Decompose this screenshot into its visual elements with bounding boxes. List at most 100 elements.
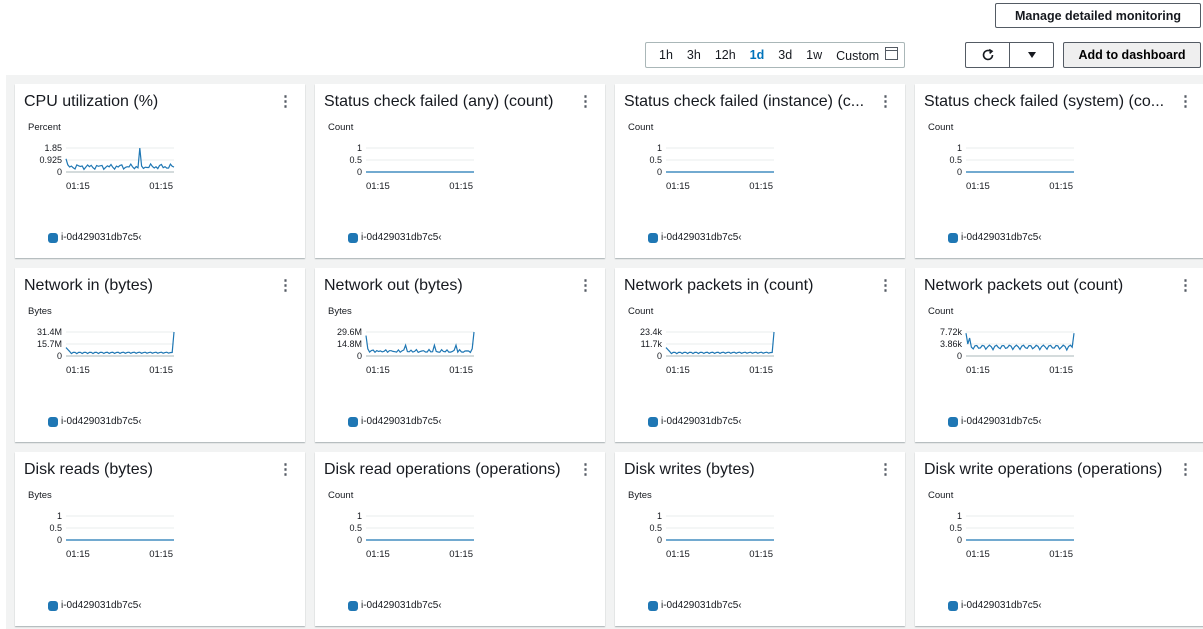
widget-actions-icon[interactable]: ⋮ (578, 92, 593, 110)
legend-item[interactable]: i-0d429031db7c5‹ (648, 232, 742, 243)
widget-chart: 1 0.5 0 01:15 01:15 (49, 511, 174, 560)
widget-actions-icon[interactable]: ⋮ (1178, 460, 1193, 478)
y-tick-label: 0 (957, 167, 962, 177)
refresh-icon (982, 48, 993, 61)
x-tick-label: 01:15 (749, 365, 773, 376)
range-3d[interactable]: 3d (778, 48, 792, 62)
series-line (965, 333, 1075, 352)
metric-widget[interactable]: Disk read operations (operations) ⋮ Count 1… (315, 452, 605, 626)
widget-title: CPU utilization (%) (24, 93, 159, 110)
widget-title: Status check failed (any) (count) (324, 93, 554, 110)
legend-item[interactable]: i-0d429031db7c5‹ (948, 600, 1042, 611)
widget-unit-label: Percent (28, 122, 61, 133)
metric-widget[interactable]: Disk reads (bytes) ⋮ Bytes 1 0.5 0 01:15 01:15 i… (15, 452, 305, 626)
x-tick-label: 01:15 (966, 549, 990, 560)
range-1w[interactable]: 1w (806, 48, 822, 62)
metric-widget[interactable]: Status check failed (system) (co... ⋮ Coun… (915, 84, 1203, 258)
legend-item[interactable]: i-0d429031db7c5‹ (48, 416, 142, 427)
y-tick-label: 0 (57, 535, 62, 545)
widget-unit-label: Count (928, 122, 954, 133)
widget-actions-icon[interactable]: ⋮ (278, 276, 293, 294)
caret-down-icon (1027, 52, 1036, 58)
widget-unit-label: Count (628, 306, 654, 317)
widget-actions-icon[interactable]: ⋮ (278, 92, 293, 110)
widget-chart: 1 0.5 0 01:15 01:15 (949, 511, 1074, 560)
widget-chart: 1 0.5 0 01:15 01:15 (949, 143, 1074, 192)
legend-item[interactable]: i-0d429031db7c5‹ (948, 416, 1042, 427)
metric-widget[interactable]: Network packets in (count) ⋮ Count 23.4k 11.… (615, 268, 905, 442)
widget-actions-icon[interactable]: ⋮ (878, 92, 893, 110)
x-tick-label: 01:15 (966, 365, 990, 376)
metric-widget[interactable]: Network out (bytes) ⋮ Bytes 29.6M 14.8M 0 01:1… (315, 268, 605, 442)
widget-unit-label: Bytes (328, 306, 352, 317)
metric-widget[interactable]: Network in (bytes) ⋮ Bytes 31.4M 15.7M 0 01:15… (15, 268, 305, 442)
widget-actions-icon[interactable]: ⋮ (878, 460, 893, 478)
range-1d[interactable]: 1d (750, 48, 765, 62)
x-tick-label: 01:15 (149, 549, 173, 560)
widget-actions-icon[interactable]: ⋮ (1178, 276, 1193, 294)
x-tick-label: 01:15 (666, 549, 690, 560)
legend-swatch (48, 232, 58, 243)
add-to-dashboard-button[interactable]: Add to dashboard (1063, 42, 1201, 68)
widget-title: Network out (bytes) (324, 277, 463, 294)
refresh-button[interactable] (966, 43, 1010, 67)
widget-actions-icon[interactable]: ⋮ (578, 276, 593, 294)
legend-swatch (348, 416, 358, 427)
legend-item[interactable]: i-0d429031db7c5‹ (948, 232, 1042, 243)
series-line (665, 331, 775, 355)
y-tick-label: 0.5 (949, 155, 962, 165)
legend-label: i-0d429031db7c5‹ (661, 416, 742, 427)
y-tick-label: 3.86k (940, 339, 963, 349)
widget-actions-icon[interactable]: ⋮ (278, 460, 293, 478)
y-tick-label: 0.5 (49, 523, 62, 533)
x-tick-label: 01:15 (666, 365, 690, 376)
widget-title: Disk write operations (operations) (924, 461, 1163, 478)
legend-item[interactable]: i-0d429031db7c5‹ (348, 600, 442, 611)
legend-swatch (948, 600, 958, 611)
range-1h[interactable]: 1h (659, 48, 673, 62)
y-tick-label: 0.5 (349, 155, 362, 165)
legend-label: i-0d429031db7c5‹ (961, 232, 1042, 243)
y-tick-label: 0 (357, 167, 362, 177)
widget-chart: 1 0.5 0 01:15 01:15 (649, 511, 774, 560)
y-tick-label: 31.4M (37, 327, 62, 337)
legend-label: i-0d429031db7c5‹ (361, 232, 442, 243)
x-tick-label: 01:15 (449, 181, 473, 192)
legend-item[interactable]: i-0d429031db7c5‹ (348, 416, 442, 427)
widget-chart: 7.72k 3.86k 0 01:15 01:15 (940, 327, 1075, 376)
metric-widget[interactable]: Status check failed (any) (count) ⋮ Count 1… (315, 84, 605, 258)
x-tick-label: 01:15 (149, 181, 173, 192)
metric-widget[interactable]: Disk write operations (operations) ⋮ Count… (915, 452, 1203, 626)
widget-title: Status check failed (system) (co... (924, 93, 1165, 110)
metric-widget[interactable]: Disk writes (bytes) ⋮ Bytes 1 0.5 0 01:15 01:15… (615, 452, 905, 626)
legend-item[interactable]: i-0d429031db7c5‹ (48, 600, 142, 611)
metric-widget[interactable]: Network packets out (count) ⋮ Count 7.72k 3.… (915, 268, 1203, 442)
legend-item[interactable]: i-0d429031db7c5‹ (648, 600, 742, 611)
refresh-options-dropdown[interactable] (1010, 43, 1053, 67)
widget-unit-label: Count (328, 490, 354, 501)
legend-swatch (948, 232, 958, 243)
widget-chart: 1 0.5 0 01:15 01:15 (649, 143, 774, 192)
legend-item[interactable]: i-0d429031db7c5‹ (648, 416, 742, 427)
legend-item[interactable]: i-0d429031db7c5‹ (348, 232, 442, 243)
metric-widget[interactable]: CPU utilization (%) ⋮ Percent 1.85 0.925 0 01:… (15, 84, 305, 258)
y-tick-label: 1 (957, 511, 962, 521)
x-tick-label: 01:15 (1049, 365, 1073, 376)
x-tick-label: 01:15 (366, 549, 390, 560)
widget-actions-icon[interactable]: ⋮ (578, 460, 593, 478)
widget-actions-icon[interactable]: ⋮ (878, 276, 893, 294)
y-tick-label: 23.4k (640, 327, 663, 337)
widget-actions-icon[interactable]: ⋮ (1178, 92, 1193, 110)
x-tick-label: 01:15 (66, 365, 90, 376)
metric-widget[interactable]: Status check failed (instance) (c... ⋮ Cou… (615, 84, 905, 258)
widget-chart: 23.4k 11.7k 0 01:15 01:15 (640, 327, 775, 376)
legend-swatch (48, 416, 58, 427)
widget-title: Status check failed (instance) (c... (624, 93, 865, 110)
range-12h[interactable]: 12h (715, 48, 736, 62)
legend-item[interactable]: i-0d429031db7c5‹ (48, 232, 142, 243)
range-3h[interactable]: 3h (687, 48, 701, 62)
range-custom[interactable]: Custom (836, 47, 899, 63)
widget-chart: 31.4M 15.7M 0 01:15 01:15 (37, 327, 175, 376)
widget-title: Network packets in (count) (624, 277, 814, 294)
manage-detailed-monitoring-button[interactable]: Manage detailed monitoring (995, 3, 1201, 28)
